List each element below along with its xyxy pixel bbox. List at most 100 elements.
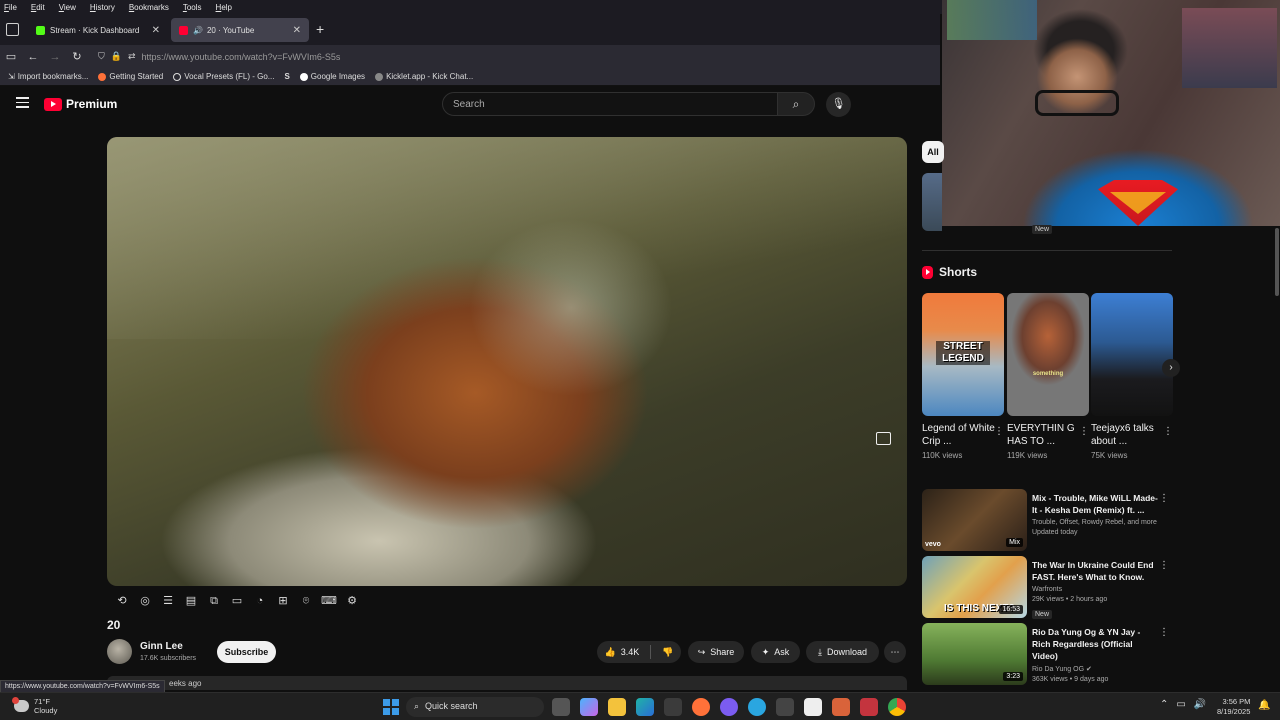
chrome-icon[interactable] bbox=[888, 698, 906, 716]
menu-bookmarks[interactable]: Bookmarks bbox=[129, 3, 169, 12]
menu-help[interactable]: Help bbox=[216, 3, 232, 12]
channel-name[interactable]: Warfronts bbox=[1032, 586, 1160, 593]
file-explorer-icon[interactable] bbox=[608, 698, 626, 716]
audio-mode-icon[interactable]: ◎ bbox=[137, 594, 153, 608]
recommended-video[interactable]: vevo Mix Mix - Trouble, Mike WiLL Made-I… bbox=[922, 489, 1172, 551]
like-count[interactable]: 3.4K bbox=[621, 647, 640, 657]
keyboard-icon[interactable]: ⌨ bbox=[321, 594, 337, 608]
close-tab-icon[interactable]: ✕ bbox=[293, 25, 301, 36]
add-icon[interactable]: ⊞ bbox=[275, 594, 291, 608]
bookmark-google-images[interactable]: Google Images bbox=[299, 72, 365, 81]
short-item[interactable]: Teejayx6 talks about ... 75K views ⋮ bbox=[1091, 422, 1175, 460]
dislike-icon[interactable]: 👎 bbox=[662, 647, 673, 658]
short-item[interactable]: EVERYTHIN G HAS TO ... 119K views ⋮ bbox=[1007, 422, 1091, 460]
lock-icon[interactable]: 🔒 bbox=[111, 51, 122, 62]
playlist-icon[interactable]: ☰ bbox=[160, 594, 176, 608]
app-icon[interactable] bbox=[776, 698, 794, 716]
short-thumbnail[interactable] bbox=[1091, 293, 1173, 416]
more-vert-icon[interactable]: ⋮ bbox=[994, 426, 1004, 437]
network-icon[interactable]: ▭ bbox=[1176, 699, 1185, 710]
bookmark-kicklet[interactable]: Kicklet.app - Kick Chat... bbox=[375, 72, 473, 81]
menu-file[interactable]: File bbox=[4, 3, 17, 12]
ask-button[interactable]: ✦ Ask bbox=[751, 641, 800, 663]
firefox-icon[interactable] bbox=[692, 698, 710, 716]
taskbar-search[interactable]: ⌕ Quick search bbox=[406, 697, 544, 717]
description-box[interactable]: eeks ago bbox=[107, 676, 907, 690]
edge-icon[interactable] bbox=[636, 698, 654, 716]
settings-icon[interactable]: ⚙ bbox=[344, 594, 360, 608]
notification-icon[interactable]: 🔔 bbox=[1258, 700, 1270, 711]
windows-start-icon[interactable] bbox=[383, 699, 399, 715]
channel-name[interactable]: Rio Da Yung OG ✔ bbox=[1032, 665, 1160, 673]
share-button[interactable]: ↪ Share bbox=[688, 641, 744, 663]
clock[interactable]: 3:56 PM 8/19/2025 bbox=[1217, 697, 1250, 717]
subscribe-button[interactable]: Subscribe bbox=[217, 641, 276, 663]
search-icon[interactable]: ⌕ bbox=[777, 92, 815, 116]
theater-icon[interactable]: ▭ bbox=[229, 594, 245, 608]
tab-kick-dashboard[interactable]: Stream · Kick Dashboard ✕ bbox=[28, 18, 168, 42]
more-vert-icon[interactable]: ⋮ bbox=[1159, 493, 1169, 504]
menu-view[interactable]: View bbox=[59, 3, 76, 12]
close-tab-icon[interactable]: ✕ bbox=[152, 25, 160, 36]
video-thumbnail[interactable]: vevo Mix bbox=[922, 489, 1027, 551]
menu-tools[interactable]: Tools bbox=[183, 3, 202, 12]
weather-widget[interactable]: 71°F Cloudy bbox=[12, 697, 57, 715]
miniplayer-icon[interactable] bbox=[876, 432, 891, 445]
menu-edit[interactable]: Edit bbox=[31, 3, 45, 12]
menu-icon[interactable] bbox=[16, 97, 29, 111]
app-icon[interactable] bbox=[860, 698, 878, 716]
telegram-icon[interactable] bbox=[748, 698, 766, 716]
chevron-up-icon[interactable]: ⌃ bbox=[1160, 699, 1168, 710]
video-title[interactable]: Mix - Trouble, Mike WiLL Made-It - Kesha… bbox=[1032, 492, 1160, 516]
video-title[interactable]: Rio Da Yung Og & YN Jay - Rich Regardles… bbox=[1032, 626, 1160, 662]
bookmark-getting-started[interactable]: Getting Started bbox=[98, 72, 163, 81]
new-tab-icon[interactable]: + bbox=[316, 21, 324, 37]
sidebar-icon[interactable]: ▭ bbox=[0, 50, 22, 63]
video-thumbnail[interactable]: IS THIS NEXT? 16:53 bbox=[922, 556, 1027, 618]
speed-icon[interactable]: ◔ bbox=[252, 594, 268, 608]
messenger-icon[interactable] bbox=[720, 698, 738, 716]
short-thumbnail[interactable]: something bbox=[1007, 293, 1089, 416]
store-icon[interactable] bbox=[664, 698, 682, 716]
channel-avatar[interactable] bbox=[107, 639, 132, 664]
channel-name[interactable]: Ginn Lee bbox=[140, 641, 183, 652]
back-icon[interactable]: ← bbox=[22, 51, 44, 63]
chip-all[interactable]: All bbox=[922, 141, 944, 163]
recommended-video[interactable]: IS THIS NEXT? 16:53 The War In Ukraine C… bbox=[922, 556, 1172, 619]
more-vert-icon[interactable]: ⋮ bbox=[1159, 560, 1169, 571]
like-icon[interactable]: 👍 bbox=[605, 647, 616, 658]
bookmark-s[interactable]: S bbox=[284, 72, 289, 81]
short-item[interactable]: Legend of White Crip ... 110K views ⋮ bbox=[922, 422, 1006, 460]
menu-history[interactable]: History bbox=[90, 3, 115, 12]
more-vert-icon[interactable]: ⋮ bbox=[1159, 627, 1169, 638]
more-actions-icon[interactable]: ⋯ bbox=[884, 641, 906, 663]
screenshot-icon[interactable]: ⌾ bbox=[298, 594, 314, 608]
video-title[interactable]: The War In Ukraine Could End FAST. Here'… bbox=[1032, 559, 1160, 583]
sidebar-toggle-icon[interactable] bbox=[6, 23, 19, 36]
search-input[interactable]: Search bbox=[442, 92, 778, 116]
cinema-icon[interactable]: ▤ bbox=[183, 594, 199, 608]
speaker-icon[interactable]: 🔊 bbox=[193, 26, 203, 35]
forward-icon[interactable]: → bbox=[44, 51, 66, 63]
download-button[interactable]: ⤓ Download bbox=[806, 641, 879, 663]
permissions-icon[interactable]: ⇄ bbox=[128, 51, 136, 62]
copilot-icon[interactable] bbox=[580, 698, 598, 716]
video-thumbnail[interactable]: 3:23 bbox=[922, 623, 1027, 685]
channel-name[interactable]: Trouble, Offset, Rowdy Rebel, and more bbox=[1032, 519, 1160, 526]
reload-icon[interactable]: ↻ bbox=[66, 50, 88, 63]
more-vert-icon[interactable]: ⋮ bbox=[1079, 426, 1089, 437]
pip-icon[interactable]: ⧉ bbox=[206, 594, 222, 608]
shield-icon[interactable]: ⛉ bbox=[98, 51, 105, 62]
app-icon[interactable] bbox=[832, 698, 850, 716]
chevron-right-icon[interactable]: › bbox=[1162, 359, 1180, 377]
bookmark-vocal-presets[interactable]: Vocal Presets (FL) - Go... bbox=[173, 72, 274, 81]
loop-icon[interactable]: ⟲ bbox=[114, 594, 130, 608]
video-thumbnail[interactable] bbox=[922, 173, 942, 231]
capcut-icon[interactable] bbox=[804, 698, 822, 716]
video-player[interactable] bbox=[107, 137, 907, 586]
address-bar[interactable]: ⛉ 🔒 ⇄ https://www.youtube.com/watch?v=Fv… bbox=[94, 47, 854, 66]
youtube-logo[interactable]: Premium bbox=[44, 97, 117, 111]
microphone-icon[interactable]: 🎙 bbox=[826, 92, 851, 117]
tab-youtube[interactable]: 🔊 20 · YouTube ✕ bbox=[171, 18, 309, 42]
page-scrollbar[interactable] bbox=[1275, 228, 1279, 296]
